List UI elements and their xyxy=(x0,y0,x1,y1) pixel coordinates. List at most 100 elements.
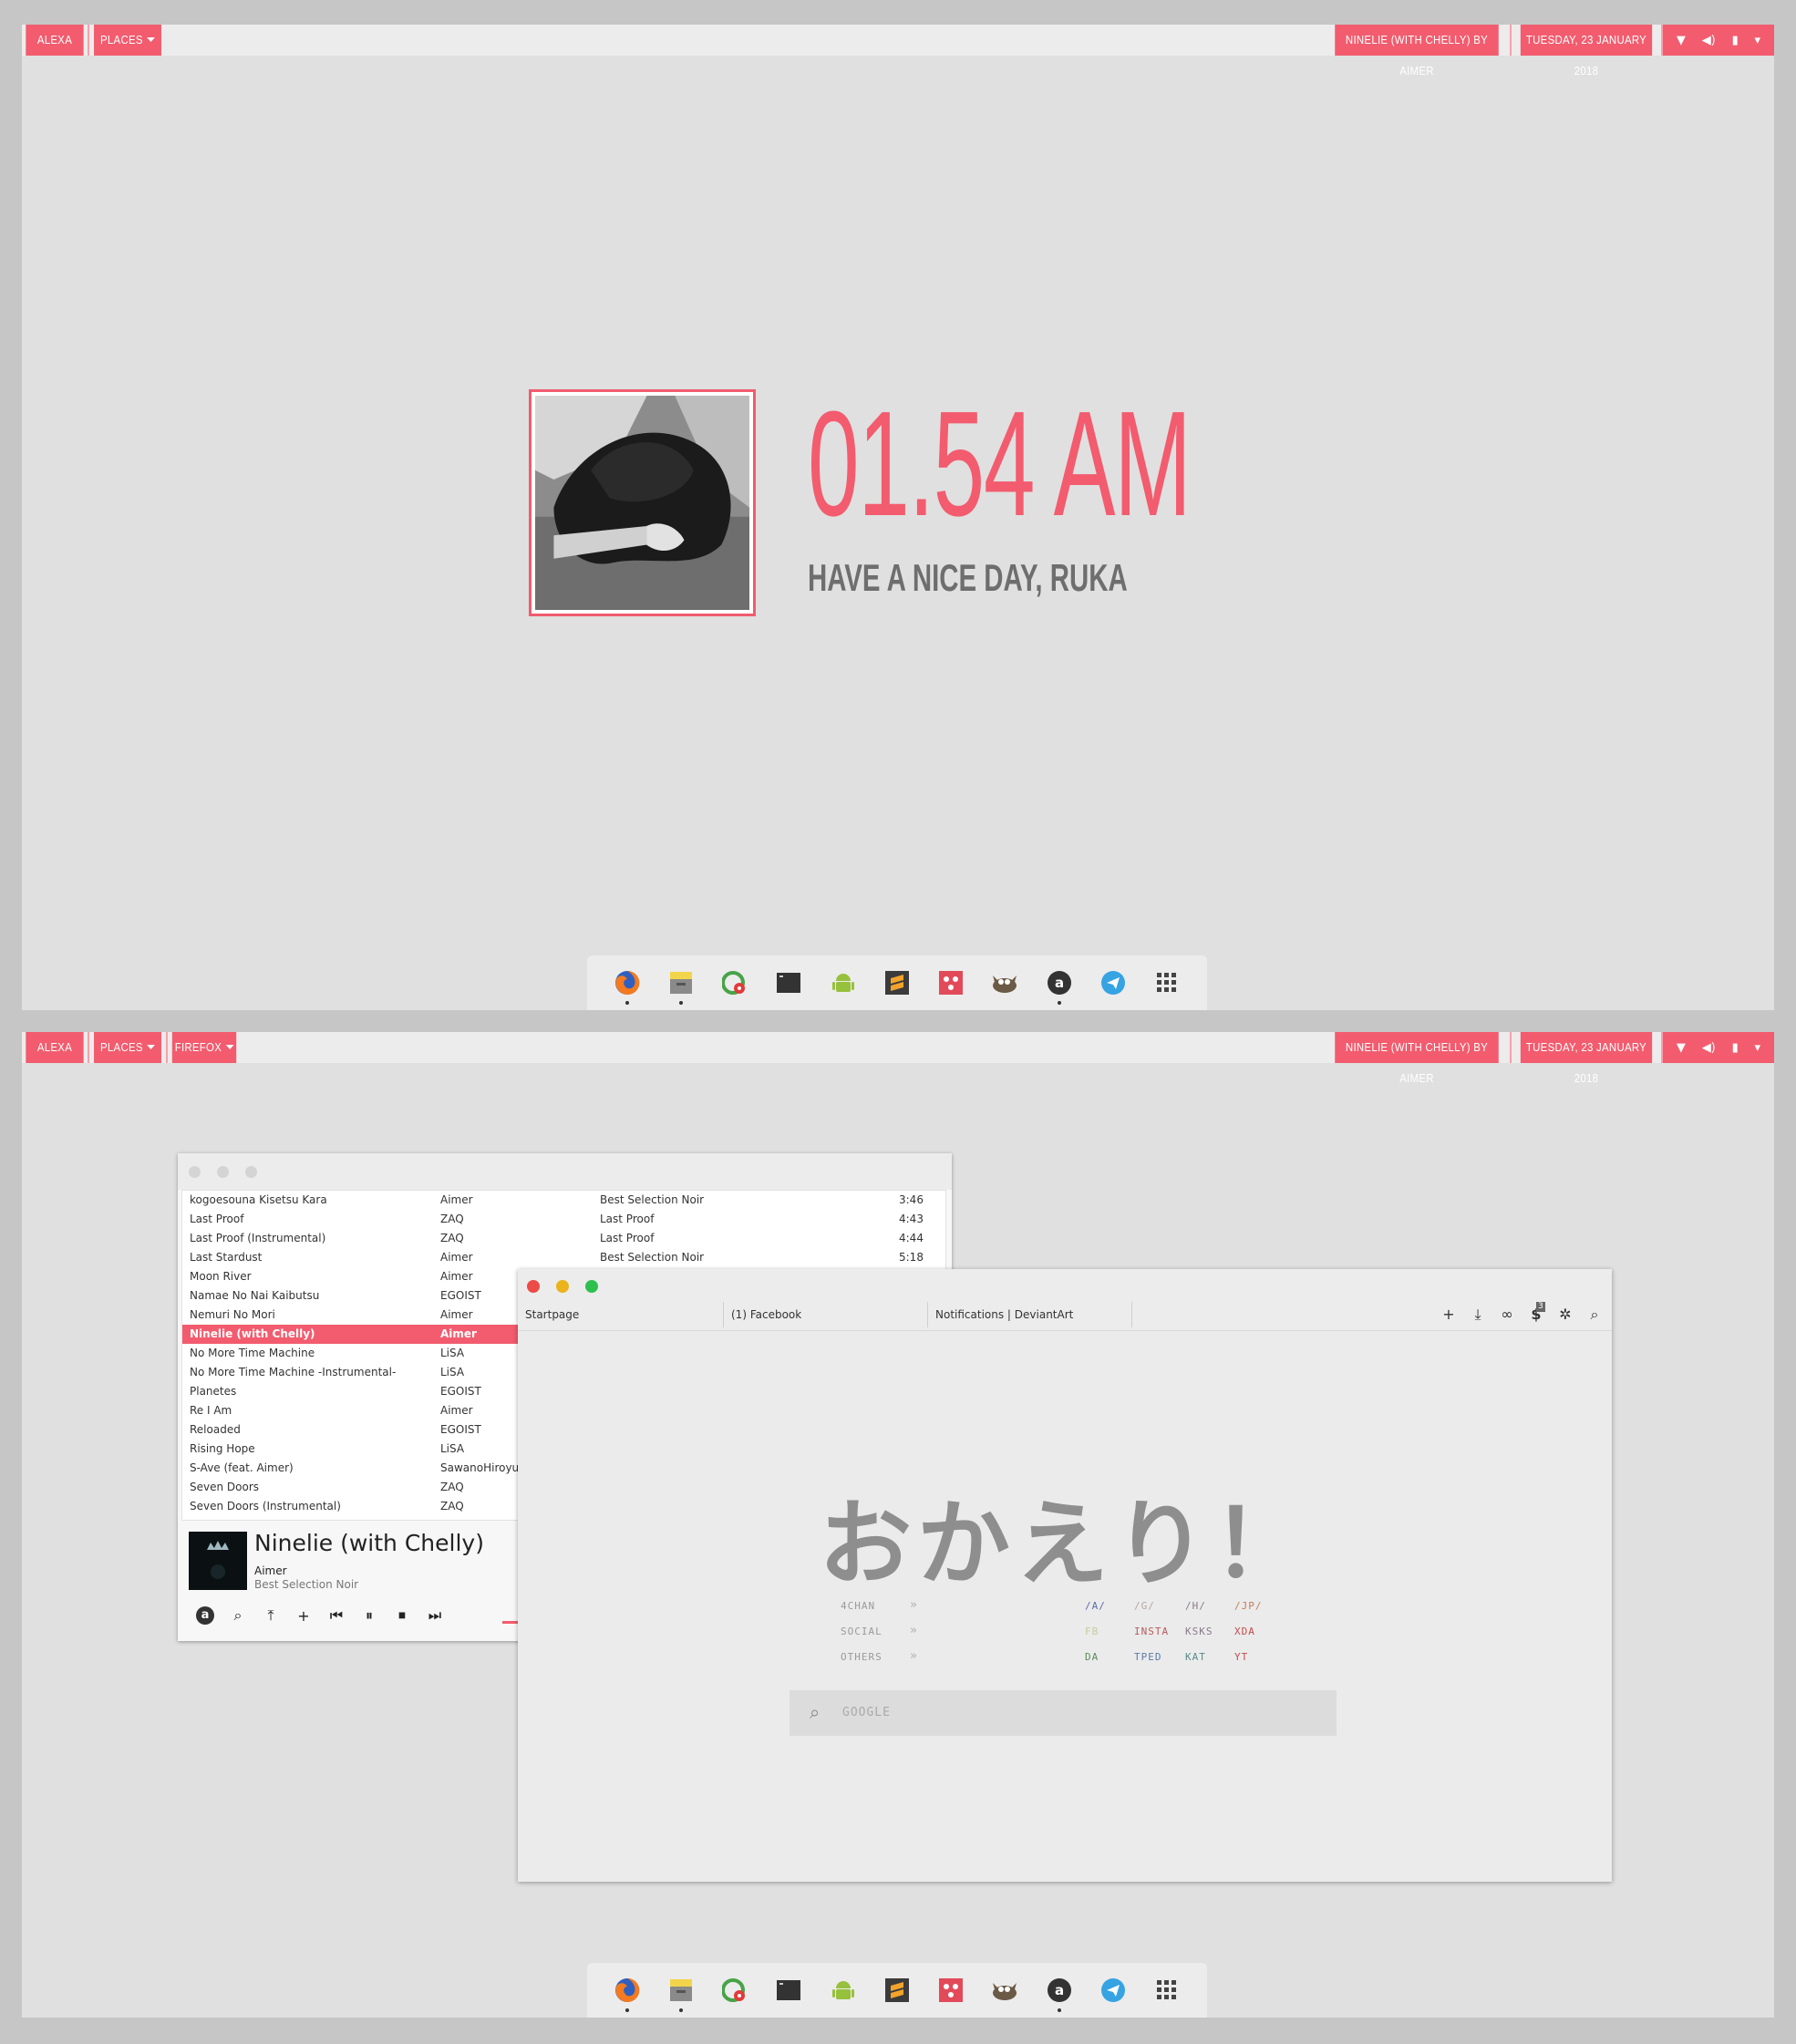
app-menu-button-firefox[interactable]: FIREFOX xyxy=(171,1032,237,1063)
clock-date-indicator[interactable]: TUESDAY, 23 JANUARY 2018 xyxy=(1520,25,1653,77)
firefox-icon[interactable] xyxy=(614,1977,641,2012)
battery-icon[interactable]: ▮ xyxy=(1732,1041,1739,1055)
startpage-link[interactable]: DA xyxy=(1085,1651,1099,1663)
gimp-icon[interactable] xyxy=(721,969,748,996)
panel-separator xyxy=(1510,25,1512,56)
top-panel: ALEXA PLACES FIREFOX NINELIE (WITH CHELL… xyxy=(22,1032,1774,1085)
gimp-wilber-icon[interactable] xyxy=(991,1977,1018,2004)
track-length: 5:18 xyxy=(899,1251,924,1264)
downloads-icon[interactable]: ⤓ xyxy=(1468,1306,1488,1324)
wifi-icon[interactable]: ▼ xyxy=(1677,1041,1686,1055)
telegram-icon[interactable] xyxy=(1099,1977,1127,2004)
user-menu-button[interactable]: ALEXA xyxy=(26,25,84,56)
startpage-link[interactable]: INSTA xyxy=(1134,1626,1169,1637)
minimize-window-button[interactable] xyxy=(217,1166,229,1178)
user-menu-button[interactable]: ALEXA xyxy=(26,1032,84,1063)
now-playing-indicator[interactable]: NINELIE (WITH CHELLY) BY AIMER xyxy=(1335,25,1499,77)
gimp-icon[interactable] xyxy=(721,1977,748,2004)
startpage-link[interactable]: /JP/ xyxy=(1234,1600,1263,1612)
chevron-down-icon[interactable]: ▾ xyxy=(1755,34,1761,47)
tab-deviantart[interactable]: Notifications | DeviantArt xyxy=(928,1302,1132,1327)
add-icon[interactable]: + xyxy=(287,1607,320,1625)
terminal-icon[interactable] xyxy=(775,1977,802,2004)
lockscreen-clock: 01.54 AM xyxy=(808,380,1192,547)
desktop-screen-2: ALEXA PLACES FIREFOX NINELIE (WITH CHELL… xyxy=(22,1032,1774,2018)
places-menu-button[interactable]: PLACES xyxy=(94,25,161,56)
places-menu-button[interactable]: PLACES xyxy=(94,1032,161,1063)
extension-badge: 3 xyxy=(1536,1302,1545,1312)
track-row[interactable]: Last Proof ZAQ Last Proof 4:43 xyxy=(182,1210,945,1229)
search-icon[interactable]: ⌕ xyxy=(222,1606,254,1625)
track-artist: ZAQ xyxy=(440,1481,464,1493)
track-title: No More Time Machine xyxy=(190,1347,315,1359)
system-tray[interactable]: ▼ ◀) ▮ ▾ xyxy=(1663,25,1774,56)
startpage-link[interactable]: XDA xyxy=(1234,1626,1255,1637)
track-artist: Aimer xyxy=(440,1193,473,1206)
files-icon[interactable] xyxy=(667,1977,695,2012)
android-icon[interactable] xyxy=(830,969,857,996)
new-tab-icon[interactable]: + xyxy=(1439,1306,1459,1323)
svg-text:a: a xyxy=(1055,1982,1064,1998)
svg-text:a: a xyxy=(1055,975,1064,991)
amarok-icon[interactable]: a xyxy=(1046,969,1073,1005)
app-grid-icon[interactable] xyxy=(1153,1977,1181,2004)
track-row[interactable]: Last Stardust Aimer Best Selection Noir 5:1… xyxy=(182,1248,945,1267)
volume-icon[interactable]: ◀) xyxy=(1702,1041,1716,1055)
track-artist: EGOIST xyxy=(440,1289,481,1302)
panel-separator xyxy=(88,1032,89,1063)
upload-icon[interactable]: ⤒ xyxy=(254,1606,287,1625)
track-artist: EGOIST xyxy=(440,1385,481,1398)
app-grid-icon[interactable] xyxy=(1153,969,1181,996)
next-icon[interactable]: ⏭ xyxy=(418,1606,451,1625)
wifi-icon[interactable]: ▼ xyxy=(1677,34,1686,47)
gimp-wilber-icon[interactable] xyxy=(991,969,1018,996)
maximize-window-button[interactable] xyxy=(245,1166,257,1178)
startpage-link[interactable]: KSKS xyxy=(1185,1626,1213,1637)
clock-date-indicator[interactable]: TUESDAY, 23 JANUARY 2018 xyxy=(1520,1032,1653,1085)
maximize-window-button[interactable] xyxy=(585,1280,598,1293)
startpage-link[interactable]: TPED xyxy=(1134,1651,1162,1663)
caret-down-icon xyxy=(147,1045,155,1049)
startpage-link[interactable]: KAT xyxy=(1185,1651,1206,1663)
previous-icon[interactable]: ⏮ xyxy=(320,1606,353,1625)
terminal-icon[interactable] xyxy=(775,969,802,996)
firefox-icon[interactable] xyxy=(614,969,641,1005)
stop-icon[interactable]: ⏹ xyxy=(386,1606,418,1625)
close-window-button[interactable] xyxy=(527,1280,540,1293)
amarok-icon[interactable]: a xyxy=(1046,1977,1073,2012)
track-row[interactable]: kogoesouna Kisetsu Kara Aimer Best Selecti… xyxy=(182,1191,945,1210)
pause-icon[interactable]: ⏸ xyxy=(353,1606,386,1625)
startpage-link[interactable]: YT xyxy=(1234,1651,1248,1663)
startpage-link[interactable]: /A/ xyxy=(1085,1600,1106,1612)
close-window-button[interactable] xyxy=(189,1166,201,1178)
track-album: Best Selection Noir xyxy=(600,1193,705,1206)
dots-app-icon[interactable] xyxy=(937,969,965,996)
search-icon[interactable]: ⌕ xyxy=(1584,1306,1605,1324)
battery-icon[interactable]: ▮ xyxy=(1732,34,1739,47)
files-icon[interactable] xyxy=(667,969,695,1005)
telegram-icon[interactable] xyxy=(1099,969,1127,996)
lockscreen-greeting: HAVE A NICE DAY, RUKA xyxy=(808,556,1128,599)
android-icon[interactable] xyxy=(830,1977,857,2004)
sublime-text-icon[interactable] xyxy=(883,969,911,996)
dots-app-icon[interactable] xyxy=(937,1977,965,2004)
startpage-link[interactable]: FB xyxy=(1085,1626,1099,1637)
startpage-link[interactable]: /G/ xyxy=(1134,1600,1155,1612)
chevron-down-icon[interactable]: ▾ xyxy=(1755,1041,1761,1055)
minimize-window-button[interactable] xyxy=(556,1280,569,1293)
startpage-link[interactable]: /H/ xyxy=(1185,1600,1206,1612)
settings-icon[interactable]: ✲ xyxy=(1555,1306,1575,1323)
tab-startpage[interactable]: Startpage xyxy=(518,1302,724,1327)
system-tray[interactable]: ▼ ◀) ▮ ▾ xyxy=(1663,1032,1774,1063)
volume-icon[interactable]: ◀) xyxy=(1702,34,1716,47)
window-titlebar[interactable] xyxy=(178,1153,952,1190)
amarok-icon[interactable]: a xyxy=(196,1606,214,1625)
track-title: Moon River xyxy=(190,1270,252,1283)
search-input[interactable]: ⌕ GOOGLE xyxy=(790,1690,1337,1736)
now-playing-indicator[interactable]: NINELIE (WITH CHELLY) BY AIMER xyxy=(1335,1032,1499,1085)
tab-facebook[interactable]: (1) Facebook xyxy=(724,1302,928,1327)
sublime-text-icon[interactable] xyxy=(883,1977,911,2004)
private-mask-icon[interactable]: ∞ xyxy=(1497,1306,1517,1323)
track-row[interactable]: Last Proof (Instrumental) ZAQ Last Proof 4:… xyxy=(182,1229,945,1248)
panel-separator xyxy=(1510,1032,1512,1063)
